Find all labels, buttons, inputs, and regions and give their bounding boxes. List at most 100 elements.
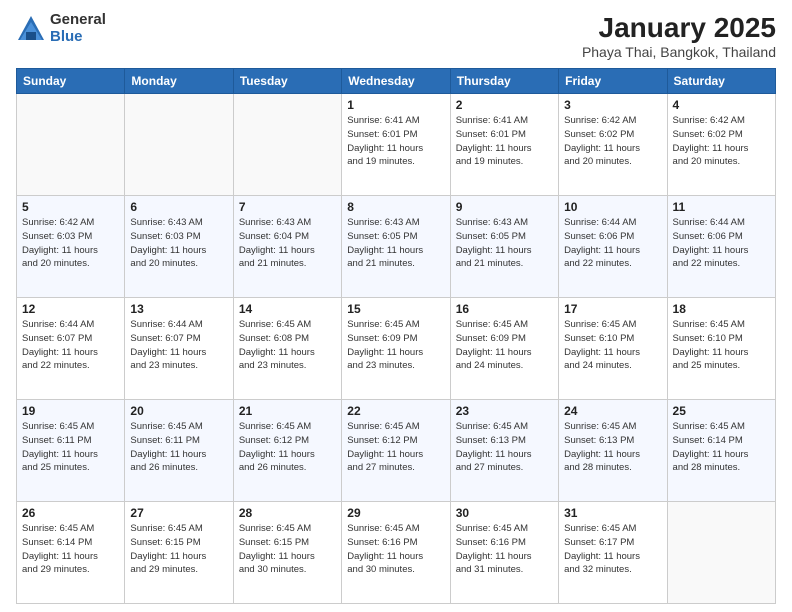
day-info: Sunrise: 6:45 AMSunset: 6:12 PMDaylight:… <box>347 420 444 475</box>
day-number: 28 <box>239 506 336 520</box>
title-month: January 2025 <box>582 12 776 44</box>
day-info: Sunrise: 6:45 AMSunset: 6:15 PMDaylight:… <box>239 522 336 577</box>
calendar-week-1: 1 Sunrise: 6:41 AMSunset: 6:01 PMDaylight… <box>17 94 776 196</box>
calendar-cell: 14 Sunrise: 6:45 AMSunset: 6:08 PMDayligh… <box>233 298 341 400</box>
day-number: 19 <box>22 404 119 418</box>
day-info: Sunrise: 6:45 AMSunset: 6:13 PMDaylight:… <box>456 420 553 475</box>
day-info: Sunrise: 6:42 AMSunset: 6:02 PMDaylight:… <box>673 114 770 169</box>
calendar-cell <box>125 94 233 196</box>
calendar-cell: 5 Sunrise: 6:42 AMSunset: 6:03 PMDaylight… <box>17 196 125 298</box>
logo-blue-text: Blue <box>50 29 106 46</box>
day-info: Sunrise: 6:45 AMSunset: 6:09 PMDaylight:… <box>456 318 553 373</box>
day-info: Sunrise: 6:44 AMSunset: 6:07 PMDaylight:… <box>22 318 119 373</box>
calendar-cell: 12 Sunrise: 6:44 AMSunset: 6:07 PMDayligh… <box>17 298 125 400</box>
day-number: 31 <box>564 506 661 520</box>
day-info: Sunrise: 6:45 AMSunset: 6:12 PMDaylight:… <box>239 420 336 475</box>
calendar-header: Sunday Monday Tuesday Wednesday Thursday… <box>17 69 776 94</box>
calendar-cell: 27Sunrise: 6:45 AMSunset: 6:15 PMDayligh… <box>125 502 233 604</box>
calendar-cell: 19 Sunrise: 6:45 AMSunset: 6:11 PMDayligh… <box>17 400 125 502</box>
day-number: 20 <box>130 404 227 418</box>
header-wednesday: Wednesday <box>342 69 450 94</box>
day-info: Sunrise: 6:45 AMSunset: 6:08 PMDaylight:… <box>239 318 336 373</box>
day-info: Sunrise: 6:45 AMSunset: 6:10 PMDaylight:… <box>673 318 770 373</box>
day-info: Sunrise: 6:42 AMSunset: 6:02 PMDaylight:… <box>564 114 661 169</box>
calendar-week-3: 12 Sunrise: 6:44 AMSunset: 6:07 PMDayligh… <box>17 298 776 400</box>
calendar-cell: 8 Sunrise: 6:43 AMSunset: 6:05 PMDaylight… <box>342 196 450 298</box>
day-info: Sunrise: 6:45 AMSunset: 6:11 PMDaylight:… <box>130 420 227 475</box>
calendar-cell <box>667 502 775 604</box>
page: General Blue January 2025 Phaya Thai, Ba… <box>0 0 792 612</box>
calendar-cell: 31 Sunrise: 6:45 AMSunset: 6:17 PMDayligh… <box>559 502 667 604</box>
calendar-cell: 13 Sunrise: 6:44 AMSunset: 6:07 PMDayligh… <box>125 298 233 400</box>
calendar-cell: 25Sunrise: 6:45 AMSunset: 6:14 PMDayligh… <box>667 400 775 502</box>
day-info: Sunrise: 6:41 AMSunset: 6:01 PMDaylight:… <box>347 114 444 169</box>
day-info: Sunrise: 6:45 AMSunset: 6:16 PMDaylight:… <box>347 522 444 577</box>
header-saturday: Saturday <box>667 69 775 94</box>
day-number: 5 <box>22 200 119 214</box>
calendar-cell: 3Sunrise: 6:42 AMSunset: 6:02 PMDaylight… <box>559 94 667 196</box>
day-number: 6 <box>130 200 227 214</box>
day-number: 2 <box>456 98 553 112</box>
calendar-cell: 23Sunrise: 6:45 AMSunset: 6:13 PMDayligh… <box>450 400 558 502</box>
day-number: 7 <box>239 200 336 214</box>
calendar-cell: 4 Sunrise: 6:42 AMSunset: 6:02 PMDaylight… <box>667 94 775 196</box>
day-info: Sunrise: 6:45 AMSunset: 6:16 PMDaylight:… <box>456 522 553 577</box>
calendar-cell: 28 Sunrise: 6:45 AMSunset: 6:15 PMDayligh… <box>233 502 341 604</box>
calendar-cell: 6 Sunrise: 6:43 AMSunset: 6:03 PMDaylight… <box>125 196 233 298</box>
day-info: Sunrise: 6:43 AMSunset: 6:05 PMDaylight:… <box>347 216 444 271</box>
day-number: 26 <box>22 506 119 520</box>
day-number: 27 <box>130 506 227 520</box>
header-thursday: Thursday <box>450 69 558 94</box>
logo-general-text: General <box>50 12 106 29</box>
day-info: Sunrise: 6:45 AMSunset: 6:17 PMDaylight:… <box>564 522 661 577</box>
calendar-week-4: 19 Sunrise: 6:45 AMSunset: 6:11 PMDayligh… <box>17 400 776 502</box>
day-header-row: Sunday Monday Tuesday Wednesday Thursday… <box>17 69 776 94</box>
day-number: 30 <box>456 506 553 520</box>
day-info: Sunrise: 6:45 AMSunset: 6:10 PMDaylight:… <box>564 318 661 373</box>
day-number: 17 <box>564 302 661 316</box>
calendar-cell: 11 Sunrise: 6:44 AMSunset: 6:06 PMDayligh… <box>667 196 775 298</box>
day-number: 4 <box>673 98 770 112</box>
day-info: Sunrise: 6:45 AMSunset: 6:11 PMDaylight:… <box>22 420 119 475</box>
day-number: 18 <box>673 302 770 316</box>
calendar-cell: 9 Sunrise: 6:43 AMSunset: 6:05 PMDaylight… <box>450 196 558 298</box>
day-info: Sunrise: 6:45 AMSunset: 6:14 PMDaylight:… <box>673 420 770 475</box>
header-friday: Friday <box>559 69 667 94</box>
calendar-week-2: 5 Sunrise: 6:42 AMSunset: 6:03 PMDaylight… <box>17 196 776 298</box>
day-number: 13 <box>130 302 227 316</box>
title-block: January 2025 Phaya Thai, Bangkok, Thaila… <box>582 12 776 60</box>
calendar-cell: 29Sunrise: 6:45 AMSunset: 6:16 PMDayligh… <box>342 502 450 604</box>
day-number: 15 <box>347 302 444 316</box>
calendar-cell <box>233 94 341 196</box>
calendar-cell: 15 Sunrise: 6:45 AMSunset: 6:09 PMDayligh… <box>342 298 450 400</box>
logo-text: General Blue <box>50 12 106 45</box>
day-number: 14 <box>239 302 336 316</box>
header-monday: Monday <box>125 69 233 94</box>
calendar-cell: 1 Sunrise: 6:41 AMSunset: 6:01 PMDaylight… <box>342 94 450 196</box>
day-number: 12 <box>22 302 119 316</box>
day-info: Sunrise: 6:44 AMSunset: 6:07 PMDaylight:… <box>130 318 227 373</box>
day-info: Sunrise: 6:43 AMSunset: 6:05 PMDaylight:… <box>456 216 553 271</box>
day-number: 10 <box>564 200 661 214</box>
day-info: Sunrise: 6:43 AMSunset: 6:04 PMDaylight:… <box>239 216 336 271</box>
calendar-cell: 24Sunrise: 6:45 AMSunset: 6:13 PMDayligh… <box>559 400 667 502</box>
calendar-cell: 7 Sunrise: 6:43 AMSunset: 6:04 PMDaylight… <box>233 196 341 298</box>
calendar-cell: 16 Sunrise: 6:45 AMSunset: 6:09 PMDayligh… <box>450 298 558 400</box>
day-number: 9 <box>456 200 553 214</box>
day-number: 1 <box>347 98 444 112</box>
day-info: Sunrise: 6:42 AMSunset: 6:03 PMDaylight:… <box>22 216 119 271</box>
day-info: Sunrise: 6:44 AMSunset: 6:06 PMDaylight:… <box>673 216 770 271</box>
day-number: 11 <box>673 200 770 214</box>
calendar-cell <box>17 94 125 196</box>
day-info: Sunrise: 6:41 AMSunset: 6:01 PMDaylight:… <box>456 114 553 169</box>
calendar-table: Sunday Monday Tuesday Wednesday Thursday… <box>16 68 776 604</box>
calendar-cell: 10Sunrise: 6:44 AMSunset: 6:06 PMDayligh… <box>559 196 667 298</box>
logo: General Blue <box>16 12 106 45</box>
day-info: Sunrise: 6:45 AMSunset: 6:09 PMDaylight:… <box>347 318 444 373</box>
day-number: 16 <box>456 302 553 316</box>
day-number: 8 <box>347 200 444 214</box>
calendar-cell: 22Sunrise: 6:45 AMSunset: 6:12 PMDayligh… <box>342 400 450 502</box>
header: General Blue January 2025 Phaya Thai, Ba… <box>16 12 776 60</box>
day-info: Sunrise: 6:43 AMSunset: 6:03 PMDaylight:… <box>130 216 227 271</box>
title-location: Phaya Thai, Bangkok, Thailand <box>582 44 776 60</box>
